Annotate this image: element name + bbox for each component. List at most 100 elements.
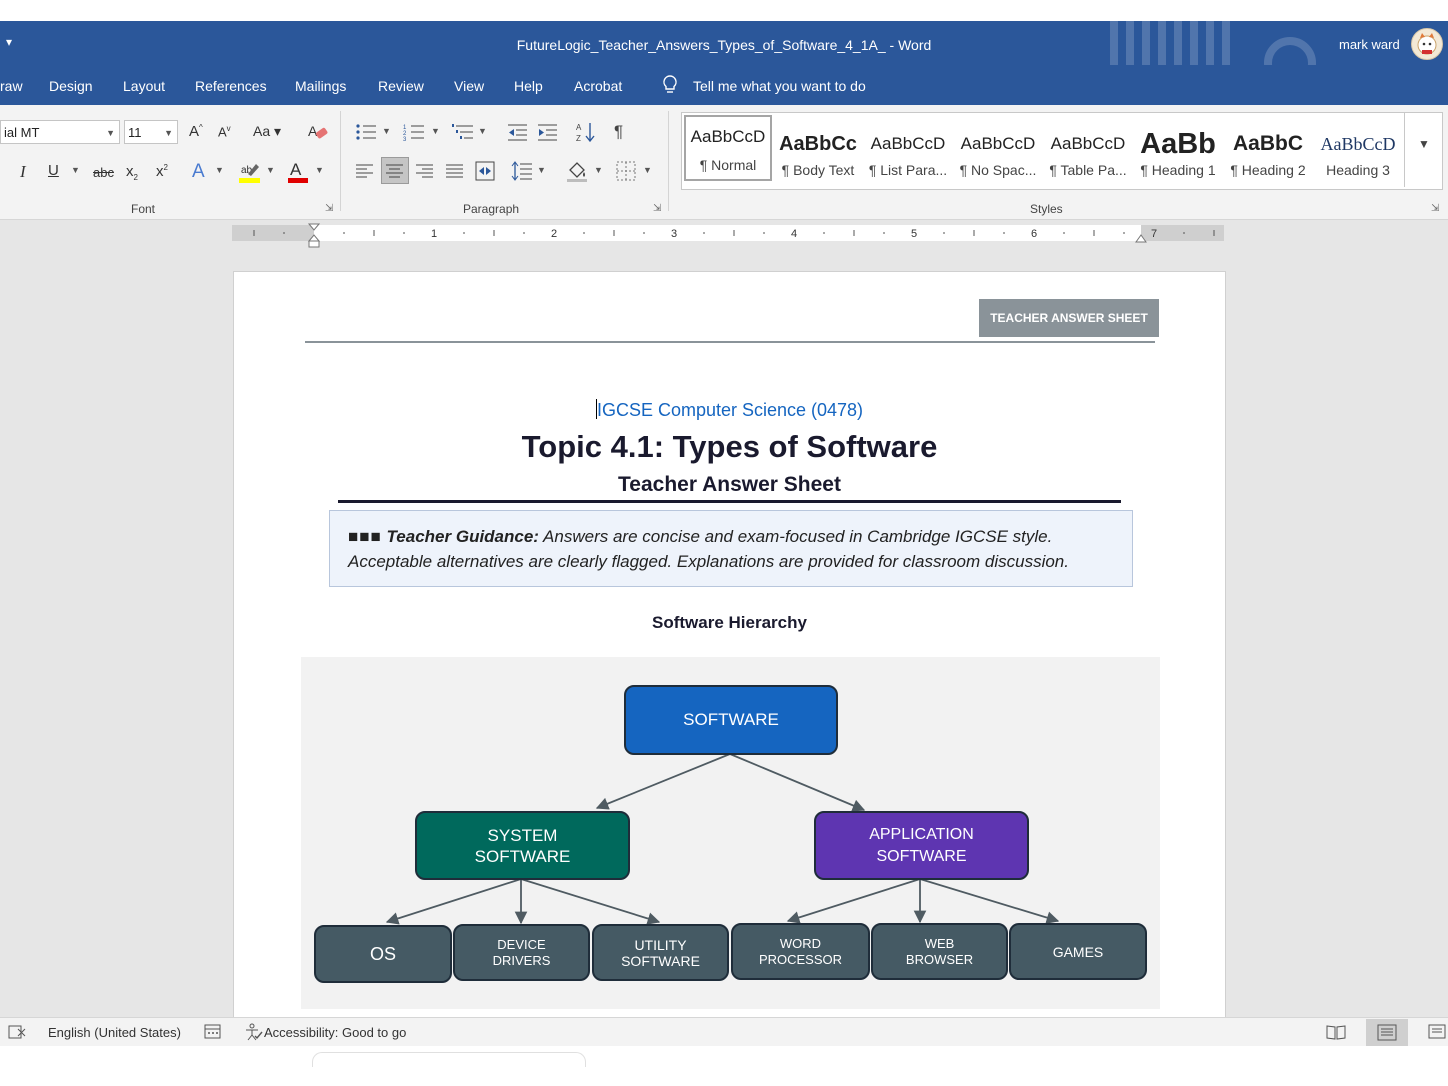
software-hierarchy-diagram[interactable]: SOFTWARE SYSTEM SOFTWARE APPLICATION SOF… <box>301 657 1160 1009</box>
taskbar-search[interactable] <box>312 1052 586 1067</box>
tab-draw[interactable]: raw <box>0 78 23 94</box>
shrink-font-icon[interactable]: Av <box>218 124 231 139</box>
numbering-icon[interactable]: 123 <box>403 123 425 141</box>
chevron-down-icon[interactable]: ▼ <box>315 165 324 175</box>
node-device-drivers[interactable]: DEVICE DRIVERS <box>453 924 590 981</box>
chevron-down-icon[interactable]: ▼ <box>215 165 224 175</box>
paragraph-dialog-launcher-icon[interactable]: ⇲ <box>653 203 661 214</box>
align-right-icon[interactable] <box>416 164 434 178</box>
style-heading-3[interactable]: AaBbCcD Heading 3 <box>1314 122 1402 192</box>
course-title[interactable]: IGCSE Computer Science (0478) <box>234 399 1225 421</box>
horizontal-ruler[interactable]: 1 2 3 4 5 6 7 <box>232 223 1224 248</box>
node-web-browser[interactable]: WEB BROWSER <box>871 923 1008 980</box>
ruler-number: 7 <box>1151 228 1157 240</box>
tab-design[interactable]: Design <box>49 78 93 94</box>
tell-me-search[interactable]: Tell me what you want to do <box>693 78 866 94</box>
shading-icon[interactable] <box>566 160 588 182</box>
styles-more-button[interactable]: ▼ <box>1404 113 1442 187</box>
chevron-down-icon[interactable]: ▼ <box>643 165 652 175</box>
tab-view[interactable]: View <box>454 78 484 94</box>
indent-marker-icon[interactable] <box>308 223 320 249</box>
highlight-color-icon[interactable]: ab <box>238 160 262 184</box>
bullets-icon[interactable] <box>355 123 377 141</box>
node-software[interactable]: SOFTWARE <box>624 685 838 755</box>
node-application-software[interactable]: APPLICATION SOFTWARE <box>814 811 1029 880</box>
chevron-down-icon: ▼ <box>1418 137 1430 151</box>
justify-icon[interactable] <box>446 164 464 178</box>
strikethrough-button[interactable]: abc <box>93 165 114 180</box>
sort-icon[interactable]: AZ <box>576 121 596 143</box>
style-body-text[interactable]: AaBbCc ¶ Body Text <box>774 122 862 192</box>
distributed-icon[interactable] <box>475 161 495 181</box>
track-changes-status-icon[interactable] <box>8 1024 26 1040</box>
accessibility-status[interactable]: Accessibility: Good to go <box>264 1025 406 1040</box>
font-size-combo[interactable]: 11 ▼ <box>124 120 178 144</box>
change-case-icon[interactable]: Aa ▾ <box>253 123 281 140</box>
style-heading-2[interactable]: AaBbC ¶ Heading 2 <box>1224 122 1312 192</box>
increase-indent-icon[interactable] <box>538 123 558 141</box>
style-normal[interactable]: AaBbCcD ¶ Normal <box>684 115 772 181</box>
superscript-button[interactable]: x2 <box>156 163 168 180</box>
tab-help[interactable]: Help <box>514 78 543 94</box>
style-name: ¶ No Spac... <box>959 162 1037 178</box>
clear-formatting-icon[interactable]: A <box>307 122 329 142</box>
svg-text:A: A <box>576 123 582 132</box>
chevron-down-icon[interactable]: ▼ <box>382 126 391 136</box>
chevron-down-icon[interactable]: ▼ <box>594 165 603 175</box>
grow-font-icon[interactable]: A^ <box>189 123 203 140</box>
ruler-number: 2 <box>551 228 557 240</box>
line-spacing-icon[interactable] <box>511 161 533 181</box>
underline-button[interactable]: U <box>48 162 59 179</box>
macro-recording-icon[interactable] <box>204 1024 222 1040</box>
align-center-button[interactable] <box>381 157 409 184</box>
tab-review[interactable]: Review <box>378 78 424 94</box>
node-word-processor[interactable]: WORD PROCESSOR <box>731 923 870 980</box>
font-name-combo[interactable]: ial MT ▼ <box>0 120 120 144</box>
guidance-paragraph: ■■■ Teacher Guidance: Answers are concis… <box>348 524 1118 574</box>
tab-layout[interactable]: Layout <box>123 78 165 94</box>
paragraph-group-label: Paragraph <box>463 202 520 216</box>
subscript-button[interactable]: x2 <box>126 163 138 182</box>
chevron-down-icon[interactable]: ▼ <box>71 165 80 175</box>
multilevel-list-icon[interactable] <box>452 123 474 141</box>
read-mode-icon[interactable] <box>1326 1023 1346 1041</box>
chevron-down-icon[interactable]: ▼ <box>478 126 487 136</box>
text-effects-icon[interactable]: A <box>192 161 205 183</box>
style-list-paragraph[interactable]: AaBbCcD ¶ List Para... <box>864 122 952 192</box>
style-heading-1[interactable]: AaBb ¶ Heading 1 <box>1134 122 1222 192</box>
status-bar: English (United States) Accessibility: G… <box>0 1017 1448 1047</box>
node-system-software[interactable]: SYSTEM SOFTWARE <box>415 811 630 880</box>
styles-dialog-launcher-icon[interactable]: ⇲ <box>1431 203 1439 214</box>
node-games[interactable]: GAMES <box>1009 923 1147 980</box>
chevron-down-icon[interactable]: ▼ <box>164 121 173 145</box>
borders-icon[interactable] <box>616 161 636 181</box>
print-layout-button[interactable] <box>1366 1019 1408 1046</box>
chevron-down-icon[interactable]: ▼ <box>266 165 275 175</box>
document-page[interactable]: TEACHER ANSWER SHEET IGCSE Computer Scie… <box>233 271 1226 1033</box>
tab-references[interactable]: References <box>195 78 267 94</box>
ruler-dot <box>583 232 585 234</box>
right-indent-marker-icon[interactable] <box>1135 233 1147 243</box>
language-status[interactable]: English (United States) <box>48 1025 181 1040</box>
font-color-icon[interactable]: A <box>287 160 309 184</box>
tab-mailings[interactable]: Mailings <box>295 78 346 94</box>
node-utility-software[interactable]: UTILITY SOFTWARE <box>592 924 729 981</box>
style-table-paragraph[interactable]: AaBbCcD ¶ Table Pa... <box>1044 122 1132 192</box>
align-left-icon[interactable] <box>356 164 374 178</box>
accessibility-check-icon[interactable] <box>243 1023 263 1041</box>
user-avatar[interactable] <box>1411 28 1443 60</box>
ruler-dot <box>403 232 405 234</box>
course-title-text: IGCSE Computer Science (0478) <box>596 400 864 420</box>
node-os[interactable]: OS <box>314 925 452 983</box>
chevron-down-icon[interactable]: ▼ <box>106 121 115 145</box>
show-formatting-marks-icon[interactable]: ¶ <box>614 122 623 142</box>
chevron-down-icon[interactable]: ▼ <box>537 165 546 175</box>
italic-button[interactable]: I <box>20 162 26 182</box>
tab-acrobat[interactable]: Acrobat <box>574 78 622 94</box>
web-layout-icon[interactable] <box>1428 1023 1448 1041</box>
decrease-indent-icon[interactable] <box>508 123 528 141</box>
user-name[interactable]: mark ward <box>1339 37 1400 52</box>
font-dialog-launcher-icon[interactable]: ⇲ <box>325 203 333 214</box>
style-no-spacing[interactable]: AaBbCcD ¶ No Spac... <box>954 122 1042 192</box>
chevron-down-icon[interactable]: ▼ <box>431 126 440 136</box>
